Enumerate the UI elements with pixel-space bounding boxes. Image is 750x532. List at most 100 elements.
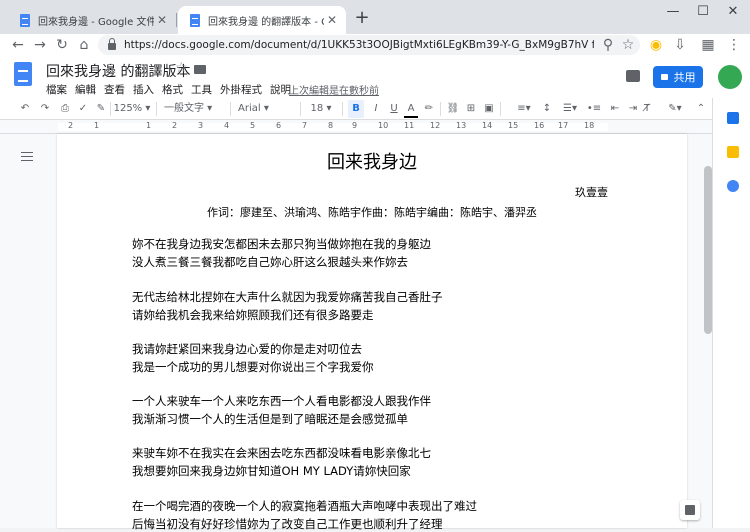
ruler-number: 11 — [404, 121, 415, 130]
ruler-number: 2 — [172, 121, 178, 130]
ruler-number: 1 — [146, 121, 152, 130]
menu-tools[interactable]: 工具 — [191, 82, 212, 97]
browser-tab-2[interactable]: 回來我身邊 的翻譯版本 - Googl ✕ — [178, 6, 346, 34]
underline-button[interactable]: U — [386, 100, 402, 118]
font-select[interactable]: Arial ▾ — [234, 100, 296, 118]
document-page[interactable]: 回来我身边 玖壹壹 作词：廖建至、洪瑜鸿、陈皓宇作曲：陈皓宇编曲：陈皓宇、潘羿丞… — [57, 134, 687, 531]
undo-icon[interactable]: ↶ — [18, 100, 32, 118]
share-button[interactable]: 共用 — [653, 66, 703, 88]
style-select[interactable]: 一般文字 ▾ — [160, 100, 226, 118]
bookmark-star-icon[interactable]: ☆ — [618, 35, 638, 55]
download-icon[interactable]: ⇩ — [670, 35, 690, 55]
navigation-bar: ← → ↻ ⌂ https://docs.google.com/document… — [0, 34, 750, 56]
editing-mode-icon[interactable]: ✎▾ — [664, 100, 686, 118]
lyric-line: 妳不在我身边我安怎都困未去那只狗当做妳抱在我的身躯边 — [132, 237, 431, 251]
lyric-line: 一个人来驶车一个人来吃东西一个人看电影都没人跟我作伴 — [132, 394, 431, 408]
menu-file[interactable]: 檔案 — [46, 82, 67, 97]
ruler-number: 7 — [302, 121, 308, 130]
reload-icon[interactable]: ↻ — [52, 35, 72, 55]
tab-divider — [176, 13, 177, 27]
menu-addons[interactable]: 外掛程式 — [220, 82, 262, 97]
explore-button[interactable] — [680, 500, 700, 520]
tasks-icon[interactable] — [727, 180, 739, 192]
close-icon[interactable]: ✕ — [324, 13, 340, 27]
menu-dots-icon[interactable]: ⋮ — [724, 35, 744, 55]
menu-format[interactable]: 格式 — [162, 82, 183, 97]
avatar[interactable] — [718, 65, 742, 89]
ruler-number: 10 — [378, 121, 389, 130]
close-icon[interactable]: ✕ — [154, 13, 170, 27]
toolbar-divider — [230, 102, 231, 116]
maximize-button[interactable]: ☐ — [688, 3, 718, 21]
menu-insert[interactable]: 插入 — [133, 82, 154, 97]
docs-header: 回來我身邊 的翻譯版本 ☆ 檔案 編輯 查看 插入 格式 工具 外掛程式 說明 … — [0, 56, 750, 98]
ruler-number: 9 — [352, 121, 358, 130]
lock-icon — [660, 74, 668, 80]
zoom-select[interactable]: 125% ▾ — [112, 100, 152, 118]
ruler-number: 13 — [456, 121, 467, 130]
folder-icon[interactable] — [194, 65, 206, 74]
minimize-button[interactable]: — — [658, 3, 688, 21]
redo-icon[interactable]: ↷ — [38, 100, 52, 118]
bold-button[interactable]: B — [348, 100, 364, 118]
formatting-toolbar: ↶ ↷ ⎙ ✓ ✎ 125% ▾ 一般文字 ▾ Arial ▾ 18 ▾ B I… — [0, 98, 750, 120]
profile-icon[interactable]: ▦ — [698, 35, 718, 55]
decrease-indent-icon[interactable]: ⇤ — [608, 100, 622, 118]
increase-indent-icon[interactable]: ⇥ — [626, 100, 640, 118]
bulleted-list-icon[interactable]: •≡ — [584, 100, 604, 118]
close-window-button[interactable]: ✕ — [718, 3, 748, 21]
spellcheck-icon[interactable]: ✓ — [76, 100, 90, 118]
menu-edit[interactable]: 編輯 — [75, 82, 96, 97]
ruler-number: 5 — [250, 121, 256, 130]
insert-image-icon[interactable]: ▣ — [482, 100, 496, 118]
docs-tab-icon — [20, 13, 30, 27]
checklist-icon[interactable]: ☰▾ — [560, 100, 580, 118]
star-icon[interactable]: ☆ — [175, 60, 188, 76]
docs-tab-icon — [190, 13, 200, 27]
tab-title: 回來我身邊 - Google 文件 — [38, 16, 154, 28]
style-value: 一般文字 — [164, 103, 204, 114]
menu-view[interactable]: 查看 — [104, 82, 125, 97]
line-spacing-icon[interactable]: ↕ — [540, 100, 554, 118]
highlight-icon[interactable]: ✏ — [422, 100, 436, 118]
credits-line: 作词：廖建至、洪瑜鸿、陈皓宇作曲：陈皓宇编曲：陈皓宇、潘羿丞 — [207, 206, 537, 219]
clear-formatting-icon[interactable]: T̸ — [640, 100, 654, 118]
document-canvas: 回来我身边 玖壹壹 作词：廖建至、洪瑜鸿、陈皓宇作曲：陈皓宇编曲：陈皓宇、潘羿丞… — [0, 134, 712, 531]
ruler-number: 14 — [482, 121, 493, 130]
document-outline-icon[interactable] — [18, 149, 36, 165]
back-arrow-icon[interactable]: ← — [8, 35, 28, 55]
link-icon[interactable]: ⛓ — [446, 100, 460, 118]
menu-help[interactable]: 說明 — [270, 82, 291, 97]
address-bar[interactable]: https://docs.google.com/document/d/1UKK5… — [98, 35, 640, 55]
url-text: https://docs.google.com/document/d/1UKK5… — [124, 39, 594, 51]
side-panel — [712, 98, 750, 528]
document-title[interactable]: 回來我身邊 的翻譯版本 — [46, 61, 190, 81]
last-edit-link[interactable]: 上次編輯是在數秒前 — [289, 82, 379, 97]
add-comment-icon[interactable]: ⊞ — [464, 100, 478, 118]
forward-arrow-icon[interactable]: → — [30, 35, 50, 55]
comment-history-icon[interactable] — [626, 70, 640, 82]
vertical-scrollbar[interactable] — [704, 166, 712, 334]
zoom-icon[interactable]: ⚲ — [598, 35, 618, 55]
ruler: 2 1 1 2 3 4 5 6 7 8 9 10 11 12 13 14 15 … — [0, 120, 712, 134]
print-icon[interactable]: ⎙ — [58, 100, 72, 118]
extension-icon[interactable]: ◉ — [646, 35, 666, 55]
lyric-line: 我请妳赶紧回来我身边心爱的你是走对叨位去 — [132, 342, 362, 356]
docs-logo-icon[interactable] — [14, 62, 32, 86]
new-tab-button[interactable]: + — [352, 8, 372, 28]
align-icon[interactable]: ≡▾ — [514, 100, 534, 118]
keep-icon[interactable] — [727, 146, 739, 158]
italic-button[interactable]: I — [368, 100, 384, 118]
lyric-line: 没人煮三餐三餐我都吃自己妳心肝这么狠越头来作妳去 — [132, 255, 408, 269]
collapse-chevron-icon[interactable]: ⌃ — [694, 100, 708, 118]
toolbar-divider — [300, 102, 301, 116]
toolbar-divider — [156, 102, 157, 116]
home-icon[interactable]: ⌂ — [74, 35, 94, 55]
font-size-select[interactable]: 18 ▾ — [304, 100, 338, 118]
text-color-button[interactable]: A — [404, 100, 418, 118]
browser-tab-1[interactable]: 回來我身邊 - Google 文件 ✕ — [8, 6, 176, 34]
lyric-line: 请妳给我机会我来给妳照顾我们还有很多路要走 — [132, 308, 374, 322]
lyric-line: 在一个喝完酒的夜晚一个人的寂寞拖着酒瓶大声咆哮中表现出了难过 — [132, 499, 477, 513]
paint-format-icon[interactable]: ✎ — [94, 100, 108, 118]
calendar-icon[interactable] — [727, 112, 739, 124]
